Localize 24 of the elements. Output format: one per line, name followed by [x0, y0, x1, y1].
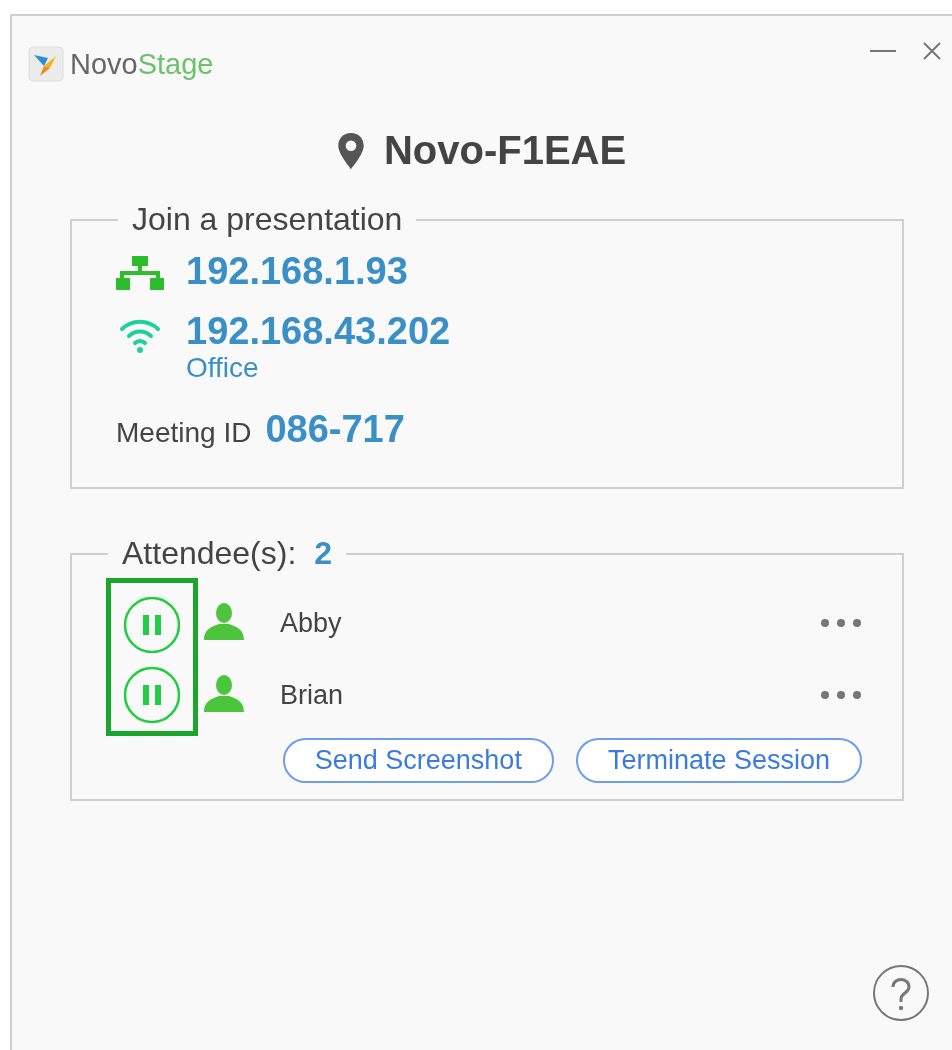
- attendee-name: Brian: [280, 679, 345, 711]
- person-icon: [204, 602, 244, 640]
- network-icon: [116, 256, 164, 290]
- action-button[interactable]: Send Screenshot: [282, 738, 554, 783]
- more-icon[interactable]: [820, 690, 862, 700]
- action-button[interactable]: Terminate Session: [575, 738, 862, 783]
- ip-address: 192.168.43.202: [186, 309, 451, 354]
- panel-title: Join a presentation: [131, 201, 404, 238]
- attendee-name: Abby: [280, 607, 343, 639]
- meeting-id: 086-717: [265, 408, 405, 451]
- app-name: NovoStage: [70, 47, 214, 81]
- ip-address: 192.168.1.93: [186, 249, 408, 294]
- meeting-id-label: Meeting ID: [116, 417, 252, 449]
- location-pin-icon: [337, 132, 364, 169]
- minimize-icon[interactable]: [870, 49, 896, 53]
- close-icon[interactable]: [922, 41, 942, 61]
- network-name: Office: [186, 352, 260, 384]
- attendee-count: 2: [314, 535, 333, 571]
- logo-icon: [28, 46, 64, 82]
- attendees-label: Attendee(s):: [122, 535, 297, 571]
- more-icon[interactable]: [820, 618, 862, 628]
- person-icon: [204, 674, 244, 712]
- device-name: Novo-F1EAE: [383, 128, 627, 173]
- help-icon[interactable]: [872, 964, 930, 1022]
